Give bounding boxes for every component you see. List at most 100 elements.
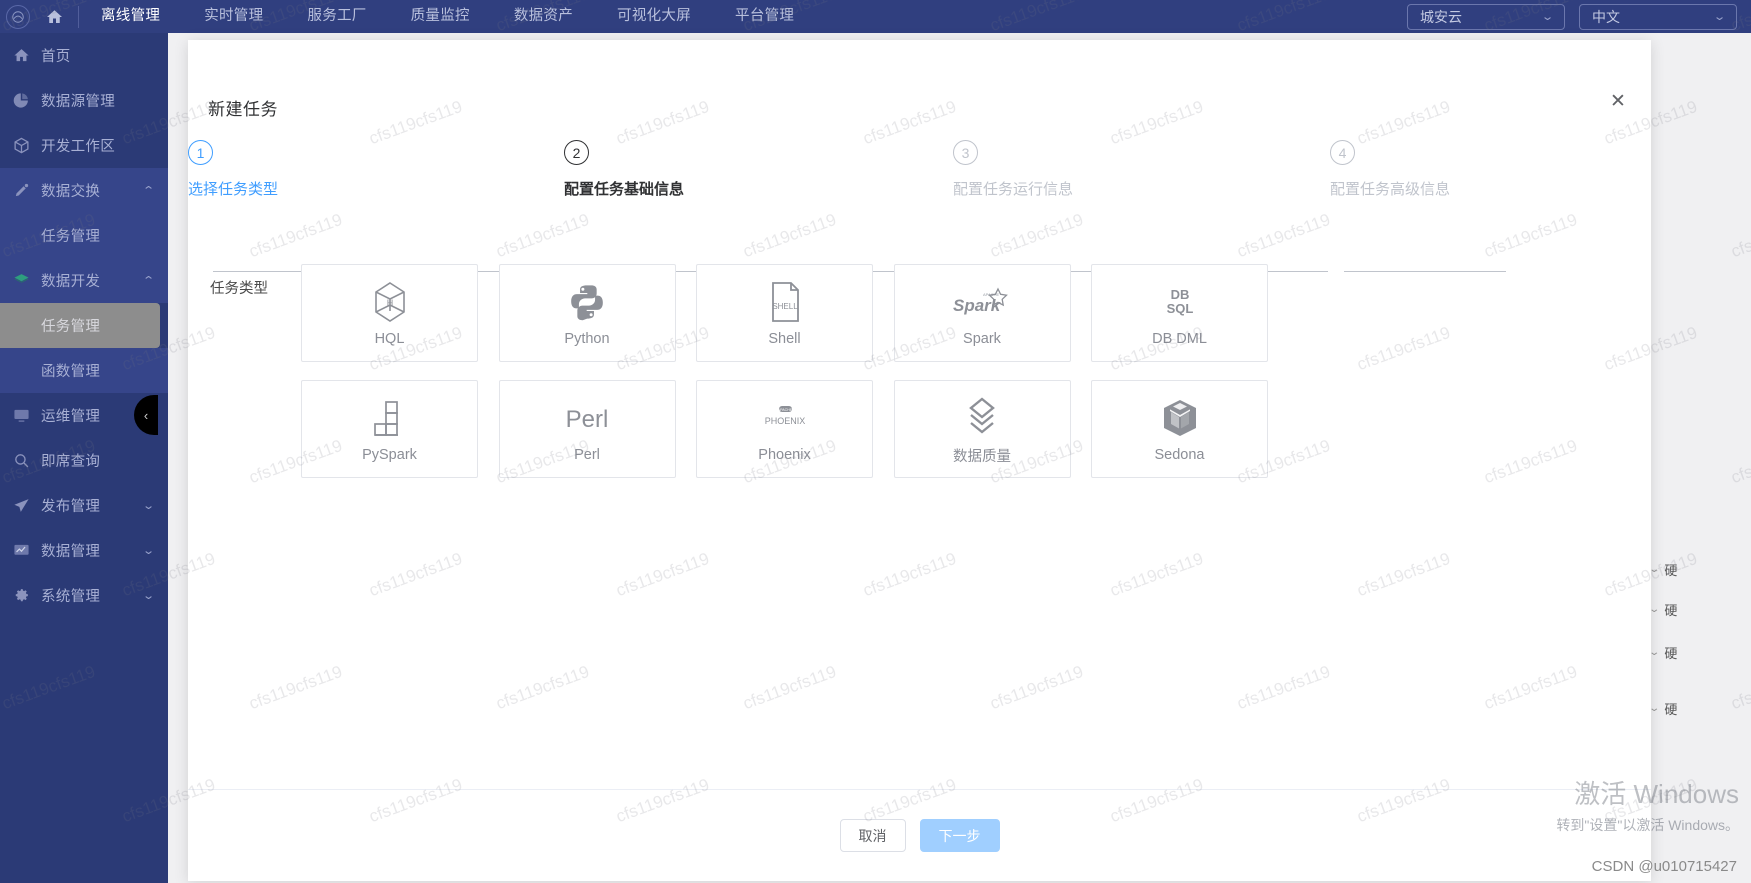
tenant-selector[interactable]: 城安云 ⌄: [1407, 3, 1565, 30]
task-type-card-data-quality[interactable]: 数据质量: [893, 380, 1071, 478]
task-type-card-label: Perl: [574, 447, 600, 463]
sidebar-subitem-label: 函数管理: [41, 364, 101, 380]
nav-item-offline-management[interactable]: 离线管理: [79, 0, 182, 33]
data-quality-layers-icon: [964, 393, 1000, 439]
step-label: 选择任务类型: [188, 181, 279, 198]
sidebar: 首页 数据源管理 开发工作区 数据交换 ⌃ 任务管理 数据开发 ⌃ 任务管理 函…: [0, 33, 168, 883]
db-sql-icon: DB SQL: [1160, 279, 1200, 325]
step-number-badge: 4: [1330, 140, 1355, 165]
hql-hive-icon: H: [371, 279, 409, 325]
cube-icon: [10, 135, 32, 157]
sidebar-item-label: 数据管理: [41, 544, 101, 560]
step-2-configure-basic-info[interactable]: 2 配置任务基础信息: [564, 140, 764, 199]
topnav-right-controls: 城安云 ⌄ 中文 ⌄: [1407, 3, 1751, 30]
task-type-card-label: HQL: [374, 331, 405, 347]
chevron-up-icon: ⌃: [142, 185, 156, 197]
sidebar-group-data-exchange[interactable]: 数据交换 ⌃: [0, 168, 168, 213]
pyspark-icon: [372, 395, 408, 441]
app-root: 例 ⌄ 硬 例 ⌄ 硬 例 ⌄ 硬 例 ⌄ 硬: [0, 0, 1751, 883]
sidebar-item-label: 运维管理: [41, 409, 101, 425]
sidebar-group-system-management[interactable]: 系统管理 ⌄: [0, 573, 168, 618]
step-3-configure-run-info[interactable]: 3 配置任务运行信息: [953, 140, 1153, 199]
step-4-configure-advanced-info[interactable]: 4 配置任务高级信息: [1330, 140, 1530, 199]
background-row-extra: 硬: [1664, 701, 1678, 717]
sidebar-item-label: 数据源管理: [41, 94, 115, 110]
task-type-card-python[interactable]: Python: [498, 264, 676, 362]
sidebar-item-adhoc-query[interactable]: 即席查询: [0, 438, 168, 483]
python-icon: [568, 279, 606, 325]
sidebar-subitem-label: 任务管理: [41, 229, 101, 245]
nav-item-data-assets[interactable]: 数据资产: [492, 0, 595, 33]
home-button[interactable]: [30, 0, 78, 33]
sidebar-subitem-function-management[interactable]: 函数管理: [0, 348, 168, 393]
step-wizard: 1 选择任务类型 2 配置任务基础信息 3 配置任务运行信息 4 配置任务高级信…: [188, 140, 1651, 272]
sidebar-item-label: 数据开发: [41, 274, 101, 290]
step-label: 配置任务运行信息: [953, 181, 1074, 198]
close-icon[interactable]: ✕: [1607, 92, 1629, 114]
chart-monitor-icon: [10, 540, 32, 562]
home-icon: [46, 9, 62, 23]
task-type-card-perl[interactable]: Perl Perl: [498, 380, 676, 478]
sidebar-subitem-label: 任务管理: [41, 319, 101, 335]
svg-text:PHOENIX: PHOENIX: [764, 416, 805, 426]
task-type-card-phoenix[interactable]: APACHE PHOENIX Phoenix: [696, 380, 873, 478]
task-type-card-sedona[interactable]: Sedona: [1091, 380, 1268, 478]
sidebar-group-data-management[interactable]: 数据管理 ⌄: [0, 528, 168, 573]
tenant-selector-value: 城安云: [1420, 8, 1462, 25]
shell-icon: SHELL: [769, 279, 801, 325]
nav-item-platform-management[interactable]: 平台管理: [713, 0, 816, 33]
sidebar-group-publish-management[interactable]: 发布管理 ⌄: [0, 483, 168, 528]
task-type-card-db-dml[interactable]: DB SQL DB DML: [1091, 264, 1268, 362]
task-type-card-spark[interactable]: Spark APACHE Spark: [893, 264, 1071, 362]
task-type-field-label: 任务类型: [210, 281, 268, 297]
task-type-card-grid: H HQL Python SHELL Shell Spark APACHE Sp…: [301, 264, 1286, 496]
next-step-button[interactable]: 下一步: [919, 819, 1000, 852]
chevron-down-icon: ⌄: [1712, 11, 1727, 23]
background-row-extra: 硬: [1664, 562, 1678, 578]
nav-item-visualization-dashboard[interactable]: 可视化大屏: [595, 0, 713, 33]
chevron-down-icon: ⌄: [142, 590, 156, 602]
monitor-icon: [10, 405, 32, 427]
task-type-card-label: DB DML: [1152, 331, 1207, 347]
sidebar-group-data-development[interactable]: 数据开发 ⌃: [0, 258, 168, 303]
svg-text:Spark: Spark: [953, 296, 1002, 315]
chevron-down-icon: ⌄: [142, 500, 156, 512]
svg-text:SQL: SQL: [1166, 301, 1193, 316]
task-type-card-shell[interactable]: SHELL Shell: [696, 264, 873, 362]
step-label: 配置任务高级信息: [1330, 181, 1451, 198]
nav-items: 离线管理 实时管理 服务工厂 质量监控 数据资产 可视化大屏 平台管理: [79, 0, 816, 33]
step-label: 配置任务基础信息: [564, 181, 685, 198]
task-type-card-hql[interactable]: H HQL: [301, 264, 478, 362]
task-type-card-label: Sedona: [1154, 447, 1205, 463]
language-selector[interactable]: 中文 ⌄: [1579, 3, 1737, 30]
nav-item-quality-monitoring[interactable]: 质量监控: [389, 0, 492, 33]
sidebar-subitem-exchange-task-management[interactable]: 任务管理: [0, 213, 168, 258]
nav-item-service-factory[interactable]: 服务工厂: [285, 0, 388, 33]
background-row-extra: 硬: [1664, 602, 1678, 618]
sidebar-subitem-task-management[interactable]: 任务管理: [0, 303, 160, 348]
sidebar-item-home[interactable]: 首页: [0, 33, 168, 78]
plug-icon: [10, 180, 32, 202]
task-type-card-pyspark[interactable]: PySpark: [301, 380, 478, 478]
layers-icon: [10, 270, 32, 292]
sidebar-item-label: 即席查询: [41, 454, 101, 470]
step-1-select-task-type[interactable]: 1 选择任务类型: [188, 140, 388, 199]
task-type-card-label: Phoenix: [758, 447, 811, 463]
pie-chart-icon: [10, 90, 32, 112]
dialog-title: 新建任务: [208, 100, 278, 119]
nav-item-realtime-management[interactable]: 实时管理: [182, 0, 285, 33]
cancel-button[interactable]: 取消: [839, 819, 906, 852]
home-icon: [10, 45, 32, 67]
svg-text:DB: DB: [1170, 287, 1189, 302]
search-icon: [10, 450, 32, 472]
logo-icon: [6, 4, 30, 29]
task-type-card-row: H HQL Python SHELL Shell Spark APACHE Sp…: [301, 264, 1286, 362]
sidebar-item-label: 发布管理: [41, 499, 101, 515]
step-connector: [1344, 271, 1506, 272]
sidebar-item-datasource-management[interactable]: 数据源管理: [0, 78, 168, 123]
task-type-card-label: PySpark: [362, 447, 417, 463]
step-number-badge: 3: [953, 140, 978, 165]
phoenix-icon: APACHE PHOENIX: [755, 395, 815, 441]
sidebar-item-label: 数据交换: [41, 184, 101, 200]
sidebar-item-dev-workspace[interactable]: 开发工作区: [0, 123, 168, 168]
